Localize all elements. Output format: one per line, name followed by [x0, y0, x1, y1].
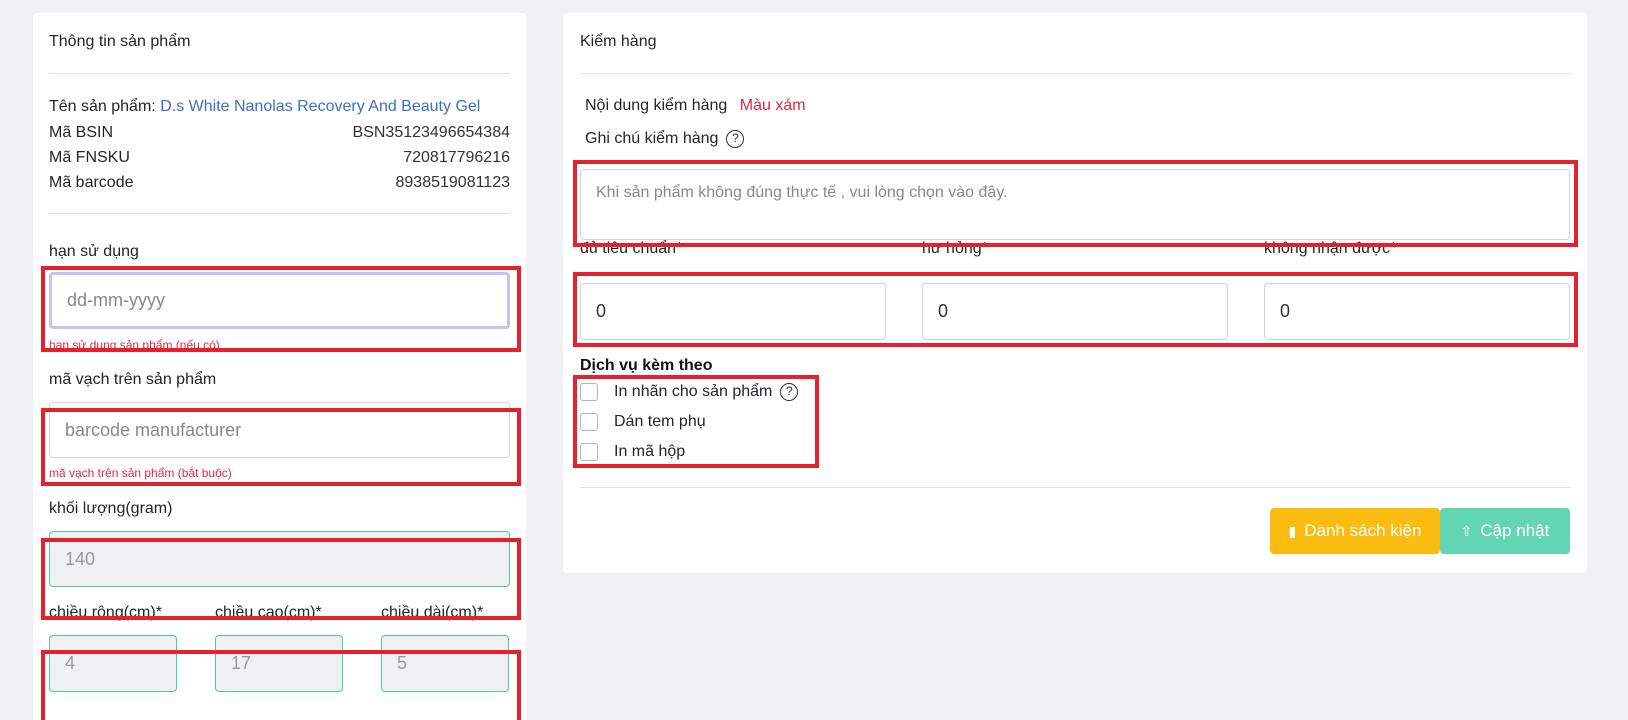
expiry-date-input[interactable]: dd-mm-yyyy	[49, 272, 510, 329]
height-label: chiều cao(cm)*	[215, 604, 322, 621]
weight-label: khối lượng(gram)	[49, 500, 173, 517]
product-info-title: Thông tin sản phẩm	[49, 33, 191, 50]
check-content-value: Màu xám	[739, 97, 806, 114]
update-button[interactable]: ⇧ Cập nhật	[1440, 508, 1570, 554]
note-label-row: Ghi chú kiểm hàng?	[585, 130, 745, 148]
help-icon[interactable]: ?	[780, 383, 799, 401]
inspection-card: Kiểm hàng Nội dung kiểm hàng Màu xám Ghi…	[563, 13, 1587, 573]
mfr-barcode-label: mã vạch trên sản phẩm	[49, 371, 217, 388]
inspection-title: Kiểm hàng	[580, 33, 657, 50]
package-list-label: Danh sách kiện	[1304, 521, 1422, 540]
qty-damaged-input[interactable]: 0	[922, 283, 1228, 340]
bsin-label: Mã BSIN	[49, 124, 114, 141]
product-name-label: Tên sản phẩm:	[49, 98, 156, 115]
expiry-label: hạn sử dụng	[49, 243, 139, 260]
qty-missing-input[interactable]: 0	[1264, 283, 1570, 340]
mfr-barcode-hint: mã vạch trên sản phẩm (bắt buộc)	[49, 466, 232, 480]
update-label: Cập nhật	[1480, 521, 1550, 540]
qty-ok-label: đủ tiêu chuẩn*	[580, 240, 683, 257]
note-label: Ghi chú kiểm hàng	[585, 130, 719, 148]
inspection-note-textarea[interactable]: Khi sản phẩm không đúng thực tế , vui lò…	[580, 169, 1570, 240]
services-title: Dịch vụ kèm theo	[580, 357, 713, 374]
product-name-row: Tên sản phẩm: D.s White Nanolas Recovery…	[49, 98, 510, 116]
fnsku-value: 720817796216	[403, 149, 510, 166]
fnsku-row: Mã FNSKU 720817796216	[49, 149, 510, 167]
bsin-value: BSN35123496654384	[352, 124, 510, 141]
width-label: chiều rộng(cm)*	[49, 604, 162, 621]
barcode-label: Mã barcode	[49, 174, 134, 191]
product-name-value: D.s White Nanolas Recovery And Beauty Ge…	[160, 98, 481, 115]
barcode-value: 8938519081123	[395, 174, 511, 191]
book-icon: ▮	[1288, 522, 1297, 539]
manufacturer-barcode-input[interactable]: barcode manufacturer	[49, 402, 510, 458]
length-label: chiều dài(cm)*	[381, 604, 484, 621]
checkbox[interactable]	[580, 443, 598, 461]
bsin-row: Mã BSIN BSN35123496654384	[49, 124, 510, 142]
weight-input[interactable]: 140	[49, 531, 510, 587]
service-label: Dán tem phụ	[614, 413, 706, 430]
help-icon[interactable]: ?	[726, 130, 745, 148]
service-sub-sticker[interactable]: Dán tem phụ	[580, 413, 706, 431]
height-input[interactable]: 17	[215, 635, 343, 692]
service-label: In nhãn cho sản phẩm	[614, 383, 773, 400]
expiry-hint: hạn sử dụng sản phẩm (nếu có)	[49, 338, 220, 352]
service-label: In mã hộp	[614, 443, 686, 460]
width-input[interactable]: 4	[49, 635, 177, 692]
service-label-printing[interactable]: In nhãn cho sản phẩm?	[580, 383, 799, 401]
checkbox[interactable]	[580, 383, 598, 401]
divider	[49, 73, 510, 74]
check-content-row: Nội dung kiểm hàng Màu xám	[585, 97, 806, 115]
check-content-label: Nội dung kiểm hàng	[585, 97, 728, 114]
length-input[interactable]: 5	[381, 635, 509, 692]
fnsku-label: Mã FNSKU	[49, 149, 130, 166]
divider	[49, 213, 510, 214]
barcode-row: Mã barcode 8938519081123	[49, 174, 510, 192]
qty-ok-input[interactable]: 0	[580, 283, 886, 340]
service-box-code[interactable]: In mã hộp	[580, 443, 685, 461]
upload-icon: ⇧	[1460, 522, 1473, 539]
qty-damaged-label: hư hỏng*	[922, 240, 988, 257]
product-info-card: Thông tin sản phẩm Tên sản phẩm: D.s Whi…	[33, 13, 526, 720]
checkbox[interactable]	[580, 413, 598, 431]
qty-missing-label: không nhận được*	[1264, 240, 1397, 257]
divider	[580, 487, 1570, 488]
divider	[580, 73, 1570, 74]
package-list-button[interactable]: ▮ Danh sách kiện	[1270, 508, 1440, 554]
